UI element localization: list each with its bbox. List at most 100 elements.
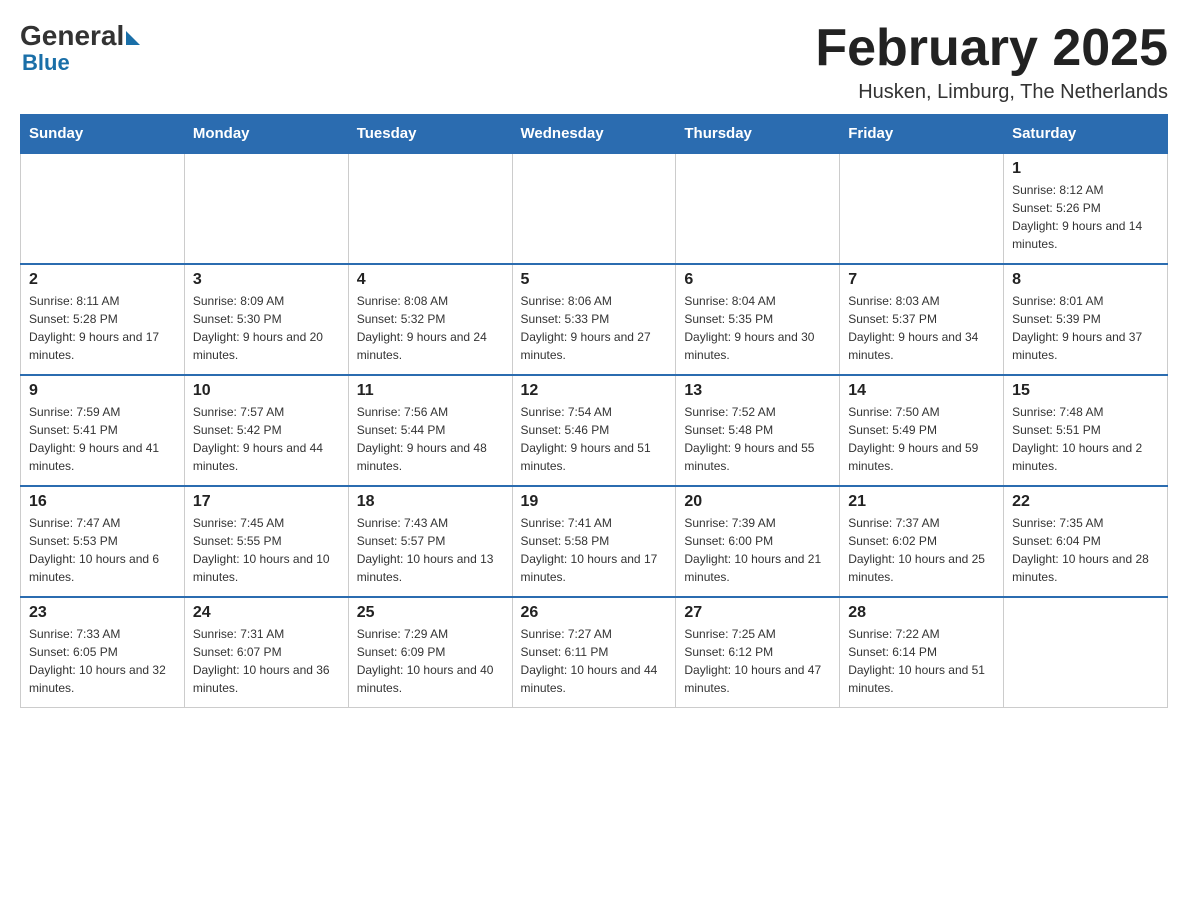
day-number: 5	[521, 271, 668, 289]
calendar-cell	[676, 153, 840, 264]
calendar-header: SundayMondayTuesdayWednesdayThursdayFrid…	[21, 115, 1168, 154]
day-info: Sunrise: 7:43 AMSunset: 5:57 PMDaylight:…	[357, 514, 504, 586]
day-number: 22	[1012, 493, 1159, 511]
calendar-cell: 10 Sunrise: 7:57 AMSunset: 5:42 PMDayligh…	[184, 375, 348, 486]
day-of-week-monday: Monday	[184, 115, 348, 154]
calendar-cell: 22 Sunrise: 7:35 AMSunset: 6:04 PMDayligh…	[1004, 486, 1168, 597]
calendar-cell: 7Sunrise: 8:03 AMSunset: 5:37 PMDaylight…	[840, 264, 1004, 375]
day-info: Sunrise: 7:48 AMSunset: 5:51 PMDaylight:…	[1012, 403, 1159, 475]
day-number: 12	[521, 382, 668, 400]
calendar-cell: 12 Sunrise: 7:54 AMSunset: 5:46 PMDayligh…	[512, 375, 676, 486]
day-number: 9	[29, 382, 176, 400]
month-title: February 2025	[815, 20, 1168, 77]
calendar-cell: 23Sunrise: 7:33 AMSunset: 6:05 PMDayligh…	[21, 597, 185, 708]
day-info: Sunrise: 8:11 AMSunset: 5:28 PMDaylight:…	[29, 292, 176, 364]
logo-arrow-icon	[126, 31, 140, 45]
days-of-week-row: SundayMondayTuesdayWednesdayThursdayFrid…	[21, 115, 1168, 154]
calendar-cell: 28Sunrise: 7:22 AMSunset: 6:14 PMDayligh…	[840, 597, 1004, 708]
day-info: Sunrise: 8:01 AMSunset: 5:39 PMDaylight:…	[1012, 292, 1159, 364]
day-info: Sunrise: 7:27 AMSunset: 6:11 PMDaylight:…	[521, 625, 668, 697]
day-number: 16	[29, 493, 176, 511]
calendar-cell	[1004, 597, 1168, 708]
day-info: Sunrise: 7:57 AMSunset: 5:42 PMDaylight:…	[193, 403, 340, 475]
calendar-cell: 15 Sunrise: 7:48 AMSunset: 5:51 PMDayligh…	[1004, 375, 1168, 486]
day-of-week-tuesday: Tuesday	[348, 115, 512, 154]
day-number: 26	[521, 604, 668, 622]
logo-general-text: General	[20, 20, 124, 52]
day-of-week-saturday: Saturday	[1004, 115, 1168, 154]
calendar-cell	[184, 153, 348, 264]
calendar-cell: 6Sunrise: 8:04 AMSunset: 5:35 PMDaylight…	[676, 264, 840, 375]
calendar-table: SundayMondayTuesdayWednesdayThursdayFrid…	[20, 114, 1168, 708]
calendar-cell	[348, 153, 512, 264]
day-info: Sunrise: 8:08 AMSunset: 5:32 PMDaylight:…	[357, 292, 504, 364]
calendar-cell: 2Sunrise: 8:11 AMSunset: 5:28 PMDaylight…	[21, 264, 185, 375]
day-info: Sunrise: 7:59 AMSunset: 5:41 PMDaylight:…	[29, 403, 176, 475]
day-info: Sunrise: 7:31 AMSunset: 6:07 PMDaylight:…	[193, 625, 340, 697]
calendar-cell: 13 Sunrise: 7:52 AMSunset: 5:48 PMDayligh…	[676, 375, 840, 486]
calendar-cell: 8 Sunrise: 8:01 AMSunset: 5:39 PMDaylight…	[1004, 264, 1168, 375]
day-info: Sunrise: 7:54 AMSunset: 5:46 PMDaylight:…	[521, 403, 668, 475]
calendar-cell: 18 Sunrise: 7:43 AMSunset: 5:57 PMDayligh…	[348, 486, 512, 597]
calendar-cell: 16 Sunrise: 7:47 AMSunset: 5:53 PMDayligh…	[21, 486, 185, 597]
day-number: 25	[357, 604, 504, 622]
calendar-week-2: 2Sunrise: 8:11 AMSunset: 5:28 PMDaylight…	[21, 264, 1168, 375]
calendar-cell	[512, 153, 676, 264]
day-info: Sunrise: 7:41 AMSunset: 5:58 PMDaylight:…	[521, 514, 668, 586]
calendar-cell: 1Sunrise: 8:12 AMSunset: 5:26 PMDaylight…	[1004, 153, 1168, 264]
calendar-cell: 9 Sunrise: 7:59 AMSunset: 5:41 PMDaylight…	[21, 375, 185, 486]
day-info: Sunrise: 7:37 AMSunset: 6:02 PMDaylight:…	[848, 514, 995, 586]
day-info: Sunrise: 7:45 AMSunset: 5:55 PMDaylight:…	[193, 514, 340, 586]
day-number: 18	[357, 493, 504, 511]
day-number: 10	[193, 382, 340, 400]
day-info: Sunrise: 7:47 AMSunset: 5:53 PMDaylight:…	[29, 514, 176, 586]
calendar-cell: 17Sunrise: 7:45 AMSunset: 5:55 PMDayligh…	[184, 486, 348, 597]
calendar-cell: 26 Sunrise: 7:27 AMSunset: 6:11 PMDayligh…	[512, 597, 676, 708]
day-number: 19	[521, 493, 668, 511]
day-number: 6	[684, 271, 831, 289]
logo-blue-text: Blue	[22, 52, 70, 74]
day-number: 24	[193, 604, 340, 622]
calendar-cell: 24 Sunrise: 7:31 AMSunset: 6:07 PMDayligh…	[184, 597, 348, 708]
calendar-cell: 25 Sunrise: 7:29 AMSunset: 6:09 PMDayligh…	[348, 597, 512, 708]
day-info: Sunrise: 7:52 AMSunset: 5:48 PMDaylight:…	[684, 403, 831, 475]
day-info: Sunrise: 7:25 AMSunset: 6:12 PMDaylight:…	[684, 625, 831, 697]
calendar-body: 1Sunrise: 8:12 AMSunset: 5:26 PMDaylight…	[21, 153, 1168, 708]
day-of-week-sunday: Sunday	[21, 115, 185, 154]
day-number: 11	[357, 382, 504, 400]
day-number: 13	[684, 382, 831, 400]
location-text: Husken, Limburg, The Netherlands	[815, 81, 1168, 104]
calendar-week-3: 9 Sunrise: 7:59 AMSunset: 5:41 PMDaylight…	[21, 375, 1168, 486]
calendar-week-4: 16 Sunrise: 7:47 AMSunset: 5:53 PMDayligh…	[21, 486, 1168, 597]
page-header: General Blue February 2025 Husken, Limbu…	[20, 20, 1168, 104]
day-number: 20	[684, 493, 831, 511]
day-of-week-thursday: Thursday	[676, 115, 840, 154]
day-info: Sunrise: 7:22 AMSunset: 6:14 PMDaylight:…	[848, 625, 995, 697]
day-number: 4	[357, 271, 504, 289]
day-info: Sunrise: 8:12 AMSunset: 5:26 PMDaylight:…	[1012, 181, 1159, 253]
calendar-cell	[21, 153, 185, 264]
day-of-week-friday: Friday	[840, 115, 1004, 154]
calendar-cell: 21 Sunrise: 7:37 AMSunset: 6:02 PMDayligh…	[840, 486, 1004, 597]
calendar-cell: 4 Sunrise: 8:08 AMSunset: 5:32 PMDaylight…	[348, 264, 512, 375]
calendar-cell: 3Sunrise: 8:09 AMSunset: 5:30 PMDaylight…	[184, 264, 348, 375]
day-info: Sunrise: 7:39 AMSunset: 6:00 PMDaylight:…	[684, 514, 831, 586]
calendar-cell: 5 Sunrise: 8:06 AMSunset: 5:33 PMDaylight…	[512, 264, 676, 375]
day-info: Sunrise: 7:33 AMSunset: 6:05 PMDaylight:…	[29, 625, 176, 697]
day-info: Sunrise: 7:56 AMSunset: 5:44 PMDaylight:…	[357, 403, 504, 475]
day-info: Sunrise: 7:35 AMSunset: 6:04 PMDaylight:…	[1012, 514, 1159, 586]
calendar-cell: 19 Sunrise: 7:41 AMSunset: 5:58 PMDayligh…	[512, 486, 676, 597]
calendar-cell: 11 Sunrise: 7:56 AMSunset: 5:44 PMDayligh…	[348, 375, 512, 486]
day-number: 3	[193, 271, 340, 289]
calendar-cell: 14Sunrise: 7:50 AMSunset: 5:49 PMDayligh…	[840, 375, 1004, 486]
day-info: Sunrise: 8:06 AMSunset: 5:33 PMDaylight:…	[521, 292, 668, 364]
day-number: 21	[848, 493, 995, 511]
calendar-cell: 20 Sunrise: 7:39 AMSunset: 6:00 PMDayligh…	[676, 486, 840, 597]
calendar-cell: 27Sunrise: 7:25 AMSunset: 6:12 PMDayligh…	[676, 597, 840, 708]
day-number: 15	[1012, 382, 1159, 400]
day-number: 8	[1012, 271, 1159, 289]
calendar-week-1: 1Sunrise: 8:12 AMSunset: 5:26 PMDaylight…	[21, 153, 1168, 264]
day-number: 7	[848, 271, 995, 289]
title-block: February 2025 Husken, Limburg, The Nethe…	[815, 20, 1168, 104]
day-info: Sunrise: 7:29 AMSunset: 6:09 PMDaylight:…	[357, 625, 504, 697]
